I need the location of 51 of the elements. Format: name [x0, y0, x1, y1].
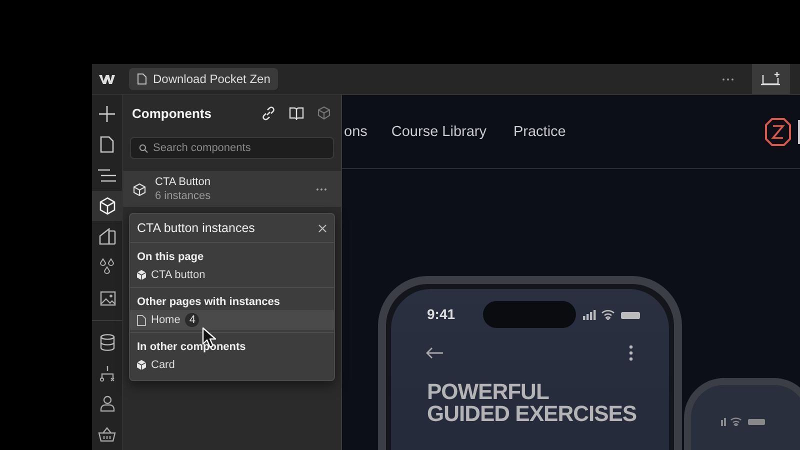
- page-link[interactable]: Home 4: [130, 310, 334, 330]
- database-icon: [100, 334, 114, 352]
- more-icon[interactable]: [316, 188, 327, 190]
- lines-icon: [98, 168, 116, 182]
- preview-button[interactable]: [752, 64, 790, 94]
- cube-icon: [133, 182, 146, 196]
- shapes-icon: [98, 228, 116, 245]
- section-heading: Other pages with instances: [136, 296, 282, 308]
- panel-title: Components: [132, 106, 212, 120]
- status-icons-icon: [721, 416, 767, 426]
- search-field[interactable]: Search components: [130, 137, 334, 159]
- nav-link[interactable]: Practice: [513, 124, 566, 140]
- cube-plus-icon[interactable]: [317, 106, 331, 120]
- headline: POWERFUL GUIDED EXERCISES: [427, 381, 638, 425]
- page-icon: [100, 136, 114, 154]
- component-link[interactable]: CTA button: [130, 265, 334, 285]
- cube-icon: [98, 196, 116, 215]
- section-heading: On this page: [136, 251, 205, 263]
- person-icon: [100, 395, 114, 412]
- link-icon[interactable]: [261, 106, 276, 120]
- popover-title: CTA button instances: [137, 221, 255, 235]
- book-icon[interactable]: [289, 106, 304, 120]
- status-time: 9:41: [427, 306, 456, 322]
- nav-link[interactable]: ons: [344, 124, 368, 140]
- component-name: CTA Button: [155, 176, 212, 188]
- logo-icon: [765, 118, 791, 146]
- cube-icon: [137, 360, 146, 370]
- plus-icon: [99, 106, 115, 122]
- back-arrow-icon[interactable]: [426, 347, 443, 359]
- logo-icon: [99, 74, 115, 84]
- component-item[interactable]: CTA Button 6 instances: [123, 171, 341, 207]
- instance-count: 6 instances: [155, 190, 212, 202]
- more-icon[interactable]: [722, 78, 734, 80]
- components-button[interactable]: [92, 190, 122, 221]
- page-icon: [137, 73, 147, 85]
- nav-link[interactable]: Course Library: [391, 124, 486, 140]
- page-button[interactable]: Download Pocket Zen: [129, 68, 278, 90]
- page-icon: [137, 314, 146, 326]
- image-icon: [98, 288, 116, 306]
- flow-icon: [98, 364, 116, 382]
- count-badge: 4: [185, 313, 200, 327]
- monitor-icon: [761, 72, 781, 86]
- kebab-icon[interactable]: [629, 345, 633, 361]
- status-icons-icon: [583, 308, 641, 320]
- component-link[interactable]: Card: [130, 355, 334, 375]
- cube-icon: [137, 270, 146, 280]
- search-icon: [139, 144, 148, 153]
- drops-icon: [99, 258, 115, 276]
- basket-icon: [98, 426, 116, 442]
- section-heading: In other components: [136, 341, 247, 353]
- close-icon[interactable]: [318, 224, 327, 232]
